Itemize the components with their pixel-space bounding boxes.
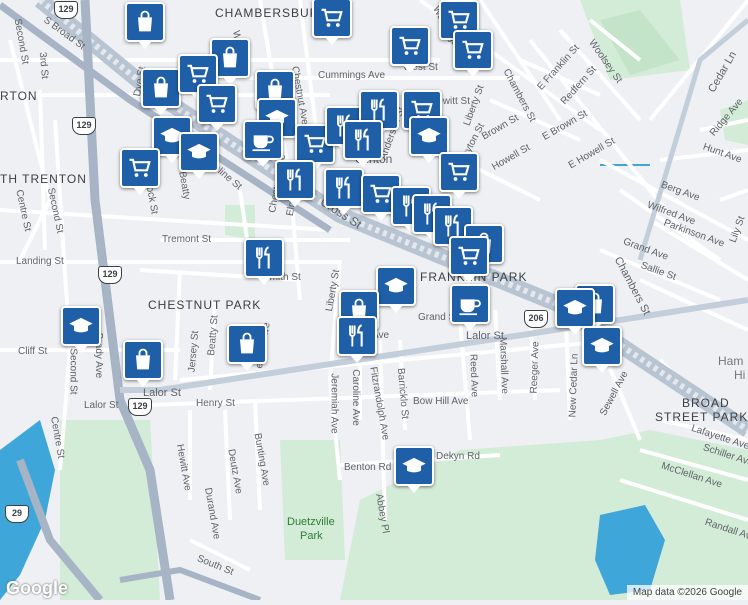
google-logo[interactable]: Google: [6, 578, 68, 599]
street-label: Lalor St: [143, 387, 181, 399]
shopping-cart-icon: [399, 36, 421, 55]
shopping-bag-marker[interactable]: [125, 2, 165, 49]
shopping-cart-icon: [129, 158, 151, 177]
shopping-bag-icon: [240, 332, 254, 354]
cafe-icon: [459, 299, 481, 316]
street-label: Lalor St: [84, 400, 119, 411]
school-marker[interactable]: [582, 326, 622, 373]
map-canvas[interactable]: CHAMBERSBURG RTON TH TRENTON FRANKLIN PA…: [0, 0, 748, 603]
shopping-cart-marker[interactable]: [312, 0, 352, 45]
shopping-cart-marker[interactable]: [120, 148, 160, 195]
shopping-bag-icon: [138, 10, 152, 32]
shopping-cart-icon: [206, 94, 228, 113]
shopping-cart-marker[interactable]: [453, 30, 493, 77]
street-label: Jeremiah Ave: [328, 373, 340, 434]
shopping-cart-icon: [462, 40, 484, 59]
street-label: Second St: [67, 348, 79, 395]
school-marker[interactable]: [394, 446, 434, 493]
school-marker[interactable]: [376, 266, 416, 313]
route-206-shield: 206: [524, 310, 548, 328]
shopping-cart-icon: [321, 8, 343, 27]
street-label: Marshall Ave: [497, 336, 511, 395]
park-label: Duetzville: [287, 516, 335, 528]
street-label: Reed Ave: [467, 353, 480, 398]
school-marker[interactable]: [409, 116, 449, 163]
school-marker[interactable]: [555, 288, 595, 335]
restaurant-marker[interactable]: [275, 160, 315, 207]
school-icon: [417, 127, 441, 143]
shopping-bag-marker[interactable]: [141, 68, 181, 115]
street-label: Bow Hill Ave: [413, 396, 469, 407]
neighborhood-label: Ham: [718, 354, 744, 368]
cafe-marker[interactable]: [450, 284, 490, 331]
street-label: Henry St: [196, 398, 235, 409]
neighborhood-label: BROAD: [682, 396, 730, 410]
street-label: Dekyn Rd: [436, 451, 480, 462]
park-area: [280, 440, 345, 560]
school-icon: [69, 317, 93, 333]
street-label: New Cedar Ln: [567, 353, 581, 418]
street-label: Benton Rd: [344, 462, 392, 473]
street-label: Cummings Ave: [318, 70, 386, 81]
shopping-cart-marker[interactable]: [197, 84, 237, 131]
neighborhood-label: Hi: [734, 368, 746, 382]
school-icon: [402, 457, 426, 473]
school-icon: [590, 337, 614, 353]
restaurant-icon: [256, 246, 270, 269]
restaurant-icon: [287, 168, 301, 191]
shopping-bag-icon: [154, 76, 168, 98]
route-29-shield: 29: [5, 505, 29, 523]
route-129-shield: 129: [98, 266, 122, 284]
neighborhood-label: CHESTNUT PARK: [148, 298, 262, 312]
cafe-marker[interactable]: [243, 120, 283, 167]
street-label: Reeger Ave: [528, 341, 542, 394]
park-label: Park: [300, 530, 323, 542]
restaurant-icon: [349, 324, 363, 347]
route-129-shield: 129: [54, 1, 78, 19]
shopping-cart-marker[interactable]: [439, 152, 479, 199]
shopping-cart-icon: [448, 162, 470, 181]
street-label: Caroline Ave: [349, 369, 361, 426]
street-label: Cliff St: [18, 346, 48, 357]
school-icon: [563, 299, 587, 315]
cafe-icon: [252, 135, 274, 152]
school-icon: [384, 277, 408, 293]
neighborhood-label: RTON: [0, 89, 38, 103]
restaurant-marker[interactable]: [343, 120, 383, 167]
restaurant-marker[interactable]: [324, 168, 364, 215]
shopping-bag-icon: [136, 348, 150, 370]
restaurant-icon: [355, 128, 369, 151]
school-marker[interactable]: [179, 132, 219, 179]
map-attribution[interactable]: Map data ©2026 Google: [626, 585, 748, 600]
street-label: Tremont St: [162, 234, 212, 245]
street-label: Landing St: [16, 256, 64, 267]
shopping-cart-marker[interactable]: [449, 236, 489, 283]
street-label: 3rd St: [36, 51, 50, 80]
shopping-bag-icon: [223, 46, 237, 68]
route-129-shield: 129: [72, 117, 96, 135]
school-marker[interactable]: [61, 306, 101, 353]
restaurant-marker[interactable]: [244, 238, 284, 285]
route-129-shield: 129: [128, 398, 152, 416]
shopping-cart-icon: [458, 246, 480, 265]
neighborhood-label: STREET PARK: [655, 410, 748, 424]
shopping-cart-marker[interactable]: [390, 26, 430, 73]
restaurant-icon: [336, 176, 350, 199]
restaurant-marker[interactable]: [337, 316, 377, 363]
shopping-bag-marker[interactable]: [123, 340, 163, 387]
school-icon: [187, 143, 211, 159]
shopping-bag-marker[interactable]: [227, 324, 267, 371]
neighborhood-label: TH TRENTON: [0, 172, 87, 186]
